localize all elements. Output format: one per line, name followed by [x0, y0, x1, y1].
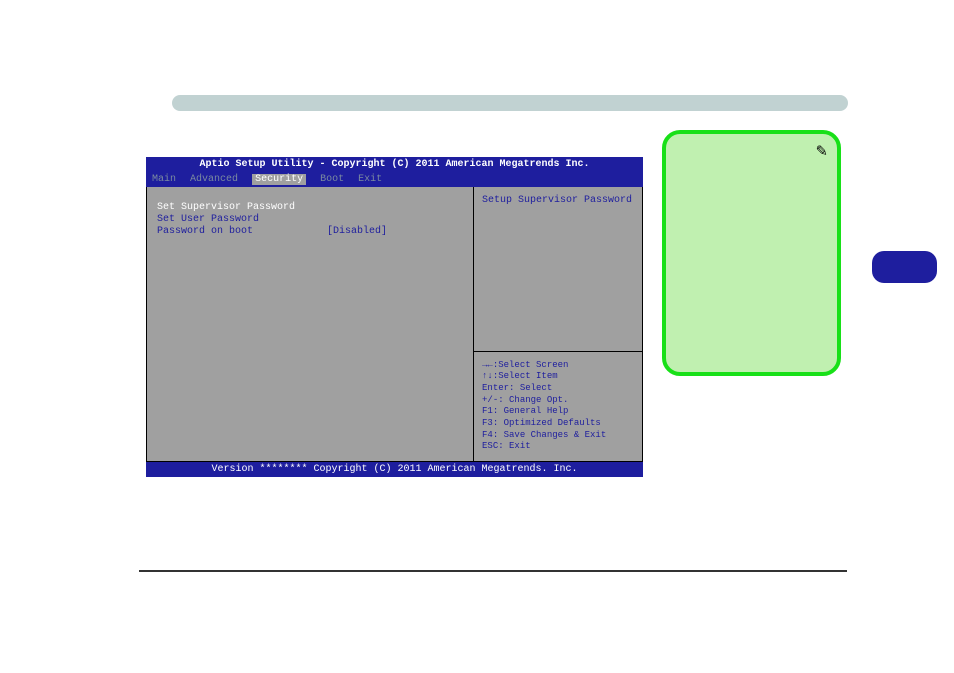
- bios-help-text: Setup Supervisor Password: [474, 187, 643, 352]
- key-select-screen: →←:Select Screen: [482, 360, 634, 372]
- setting-label: Set User Password: [157, 214, 327, 225]
- key-general-help: F1: General Help: [482, 406, 634, 418]
- side-tab[interactable]: [872, 251, 937, 283]
- menu-advanced[interactable]: Advanced: [190, 174, 238, 185]
- note-callout-box: ✎: [662, 130, 841, 376]
- page-header-bar: [172, 95, 848, 111]
- key-change-opt: +/-: Change Opt.: [482, 395, 634, 407]
- divider-line: [139, 570, 847, 572]
- bios-settings-panel: Set Supervisor Password Set User Passwor…: [146, 187, 474, 462]
- menu-main[interactable]: Main: [152, 174, 176, 185]
- key-esc-exit: ESC: Exit: [482, 441, 634, 453]
- bios-footer: Version ******** Copyright (C) 2011 Amer…: [146, 462, 643, 477]
- bios-body: Set Supervisor Password Set User Passwor…: [146, 187, 643, 462]
- bios-title: Aptio Setup Utility - Copyright (C) 2011…: [146, 157, 643, 172]
- setting-password-on-boot[interactable]: Password on boot [Disabled]: [157, 226, 463, 237]
- key-select-item: ↑↓:Select Item: [482, 371, 634, 383]
- bios-right-panel: Setup Supervisor Password →←:Select Scre…: [474, 187, 643, 462]
- menu-exit[interactable]: Exit: [358, 174, 382, 185]
- bios-key-legend: →←:Select Screen ↑↓:Select Item Enter: S…: [474, 352, 643, 463]
- menu-boot[interactable]: Boot: [320, 174, 344, 185]
- key-optimized-defaults: F3: Optimized Defaults: [482, 418, 634, 430]
- key-save-exit: F4: Save Changes & Exit: [482, 430, 634, 442]
- key-enter: Enter: Select: [482, 383, 634, 395]
- setting-label: Set Supervisor Password: [157, 202, 327, 213]
- setting-supervisor-password[interactable]: Set Supervisor Password: [157, 202, 463, 213]
- setting-user-password[interactable]: Set User Password: [157, 214, 463, 225]
- menu-security[interactable]: Security: [252, 174, 306, 185]
- pencil-icon: ✎: [816, 140, 827, 162]
- bios-window: Aptio Setup Utility - Copyright (C) 2011…: [146, 157, 643, 477]
- setting-label: Password on boot: [157, 226, 327, 237]
- bios-menu-bar: Main Advanced Security Boot Exit: [146, 172, 643, 187]
- setting-value: [Disabled]: [327, 226, 387, 237]
